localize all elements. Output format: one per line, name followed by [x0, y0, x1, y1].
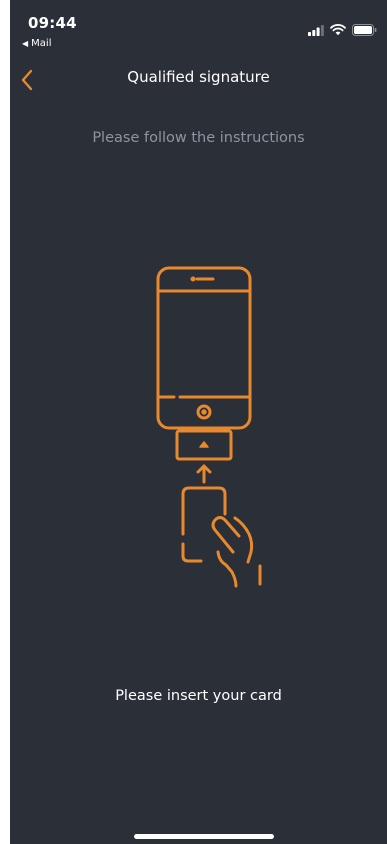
status-time: 09:44 — [28, 14, 77, 32]
back-to-app-link[interactable]: ◀ Mail — [22, 38, 51, 49]
page-title: Qualified signature — [127, 68, 270, 86]
app-screen: 09:44 ◀ Mail Qualified signature Please … — [10, 0, 387, 844]
wifi-icon — [330, 24, 346, 36]
back-triangle-icon: ◀ — [22, 39, 29, 48]
insert-card-prompt: Please insert your card — [115, 688, 282, 704]
signal-icon — [308, 24, 324, 36]
phone-card-reader-icon — [156, 266, 262, 588]
home-indicator[interactable] — [134, 834, 274, 839]
navigation-bar: Qualified signature — [10, 58, 387, 102]
battery-icon — [352, 24, 377, 36]
status-icons — [308, 24, 377, 36]
back-app-label: Mail — [31, 38, 52, 49]
instructions-text: Please follow the instructions — [92, 130, 305, 146]
status-bar: 09:44 ◀ Mail — [10, 0, 387, 56]
